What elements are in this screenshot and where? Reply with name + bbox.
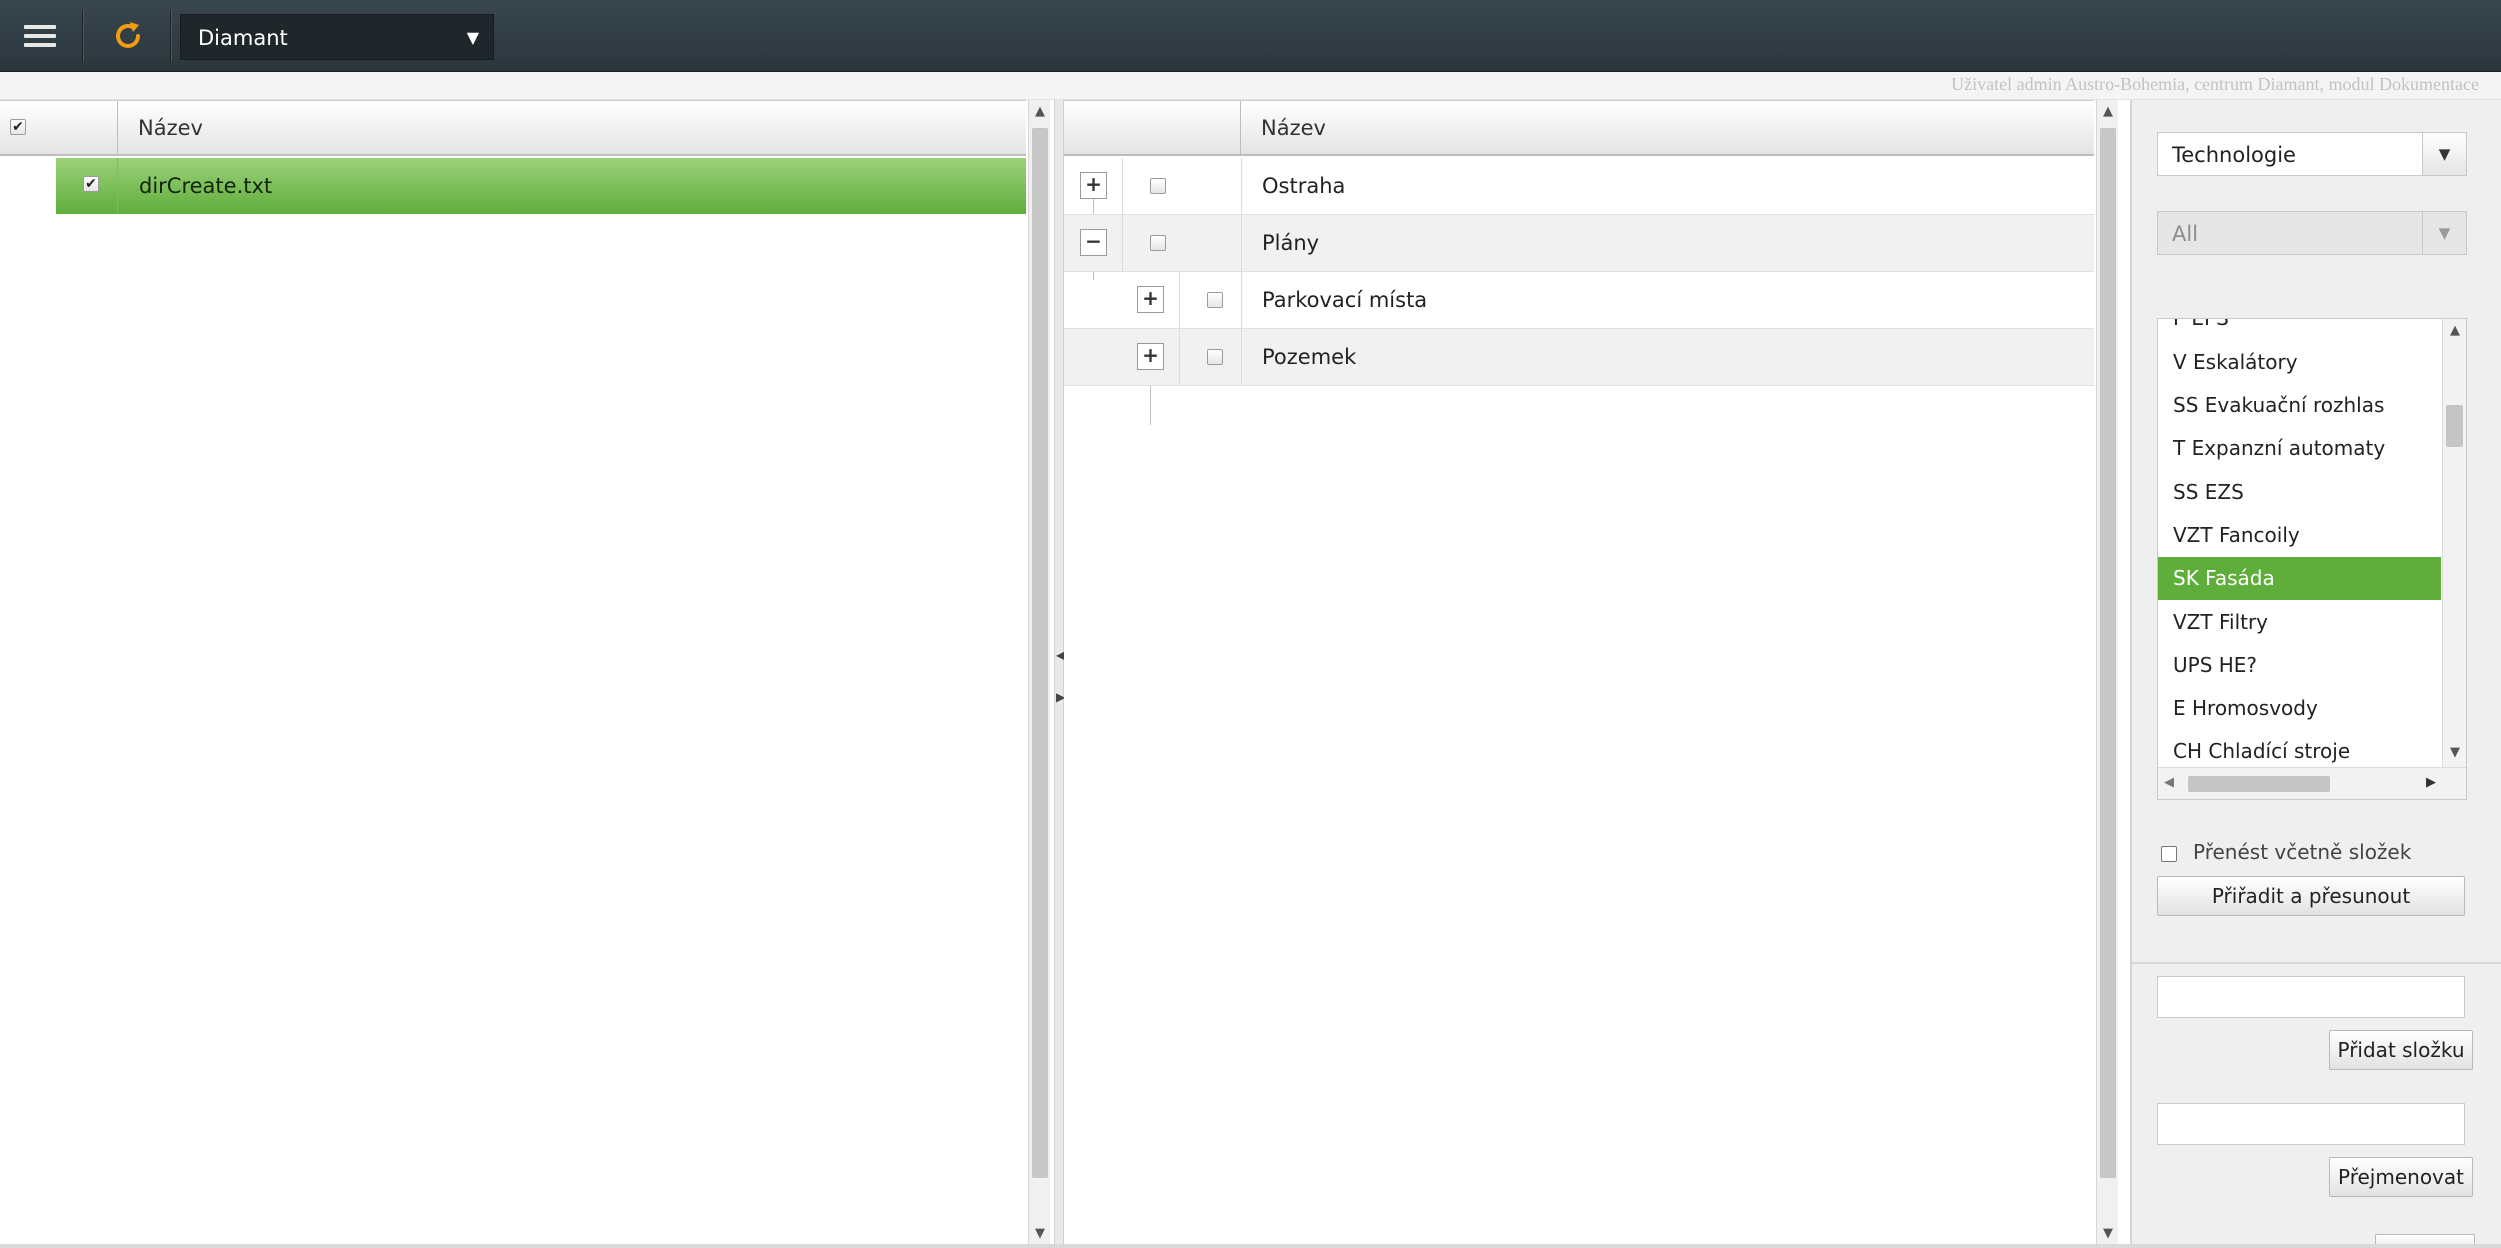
include-folders-checkbox[interactable]	[2161, 846, 2177, 862]
scroll-up-icon[interactable]: ▲	[2097, 102, 2119, 122]
refresh-icon[interactable]	[88, 0, 168, 72]
scroll-down-icon[interactable]: ▼	[2097, 1224, 2119, 1244]
center-select[interactable]: Diamant ▼	[180, 14, 494, 60]
table-row[interactable]: ✔ dirCreate.txt	[56, 158, 1026, 214]
list-item[interactable]: VZT Filtry	[2158, 601, 2441, 644]
files-select-all-cell: ✔	[0, 101, 118, 155]
scroll-thumb[interactable]	[2188, 776, 2330, 792]
scroll-thumb[interactable]	[1032, 128, 1048, 1178]
row-checkbox[interactable]	[1207, 349, 1223, 365]
add-folder-button[interactable]: Přidat složku	[2329, 1030, 2473, 1070]
tree-row-ostraha[interactable]: + Ostraha	[1064, 158, 2094, 215]
scroll-up-icon[interactable]: ▲	[1029, 102, 1051, 122]
include-folders-label: Přenést včetně složek	[2193, 840, 2412, 864]
user-info-text: Uživatel admin Austro-Bohemia, centrum D…	[1951, 74, 2479, 94]
category-select[interactable]: Technologie ▼	[2157, 132, 2467, 176]
expand-right-icon[interactable]: ▶	[1056, 690, 1065, 704]
scroll-thumb[interactable]	[2100, 128, 2116, 1178]
tree-cell-divider	[1241, 215, 1242, 272]
list-item[interactable]: VZT Fancoily	[2158, 514, 2441, 557]
folders-vertical-scrollbar[interactable]: ▲ ▼	[2096, 100, 2118, 1248]
list-item[interactable]: SS EZS	[2158, 471, 2441, 514]
listbox-horizontal-scrollbar[interactable]: ◀ ▶	[2158, 767, 2466, 799]
panel-divider	[2132, 962, 2501, 964]
list-item-active[interactable]: SK Fasáda	[2158, 557, 2441, 600]
chevron-down-icon[interactable]: ▼	[2422, 133, 2466, 175]
folders-grid-header: Název	[1064, 100, 2094, 156]
bottom-border	[0, 1244, 2501, 1248]
assign-move-button[interactable]: Přiřadit a přesunout	[2157, 876, 2465, 916]
new-folder-input[interactable]	[2157, 976, 2465, 1018]
folders-tree-column-header	[1064, 101, 1241, 155]
row-check-cell	[56, 158, 118, 214]
row-checkbox[interactable]	[1207, 292, 1223, 308]
category-select-value: Technologie	[2172, 143, 2296, 167]
scroll-right-icon[interactable]: ▶	[2426, 775, 2436, 790]
status-strip: Uživatel admin Austro-Bohemia, centrum D…	[0, 72, 2501, 100]
filter-select: All ▼	[2157, 211, 2467, 255]
rename-input[interactable]	[2157, 1103, 2465, 1145]
files-vertical-scrollbar[interactable]: ▲ ▼	[1028, 100, 1050, 1248]
toolbar-separator	[82, 10, 84, 62]
files-grid-header: ✔ Název	[0, 100, 1026, 156]
file-name: dirCreate.txt	[139, 174, 273, 198]
list-item[interactable]: T Expanzní automaty	[2158, 427, 2441, 470]
tree-cell-divider	[1179, 272, 1180, 329]
tree-cell-divider	[1122, 158, 1123, 215]
list-item[interactable]: P EPS	[2158, 319, 2441, 340]
collapse-left-icon[interactable]: ◀	[1056, 648, 1065, 662]
scroll-thumb[interactable]	[2446, 405, 2463, 447]
folder-name: Plány	[1262, 231, 1320, 255]
folder-name: Parkovací místa	[1262, 288, 1428, 312]
scroll-down-icon[interactable]: ▼	[2443, 743, 2466, 763]
top-toolbar: Diamant ▼	[0, 0, 2501, 72]
tree-cell-divider	[1179, 329, 1180, 386]
filter-select-value: All	[2172, 222, 2199, 246]
chevron-down-icon: ▼	[2422, 212, 2466, 254]
expand-icon[interactable]: +	[1137, 286, 1164, 313]
center-select-value: Diamant	[198, 26, 288, 50]
rename-button[interactable]: Přejmenovat	[2329, 1157, 2473, 1197]
tree-cell-divider	[1241, 158, 1242, 215]
tree-row-parkovaci-mista[interactable]: + Parkovací místa	[1064, 272, 2094, 329]
listbox-vertical-scrollbar[interactable]: ▲ ▼	[2442, 319, 2466, 767]
tree-cell-divider	[1241, 329, 1242, 386]
toolbar-separator	[170, 10, 172, 62]
scroll-down-icon[interactable]: ▼	[1029, 1224, 1051, 1244]
scroll-up-icon[interactable]: ▲	[2443, 321, 2466, 341]
expand-icon[interactable]: +	[1137, 343, 1164, 370]
tree-cell-divider	[1122, 215, 1123, 272]
collapse-icon[interactable]: −	[1080, 229, 1107, 256]
tree-row-pozemek[interactable]: + Pozemek	[1064, 329, 2094, 386]
row-checkbox[interactable]	[1150, 178, 1166, 194]
files-name-column-header[interactable]: Název	[118, 101, 1026, 155]
folders-name-column-header[interactable]: Název	[1241, 101, 2094, 155]
tree-cell-divider	[1241, 272, 1242, 329]
list-item[interactable]: UPS HE?	[2158, 644, 2441, 687]
folder-name: Ostraha	[1262, 174, 1346, 198]
folder-name: Pozemek	[1262, 345, 1357, 369]
list-item[interactable]: V Eskalátory	[2158, 341, 2441, 384]
select-all-checkbox[interactable]: ✔	[10, 119, 26, 135]
list-item[interactable]: SS Evakuační rozhlas	[2158, 384, 2441, 427]
files-grid: ✔ Název ✔ dirCreate.txt ▲ ▼	[0, 100, 1054, 1248]
right-panel: Technologie ▼ All ▼ P EPS V Eskalátory S…	[2130, 100, 2501, 1248]
technology-listbox[interactable]: P EPS V Eskalátory SS Evakuační rozhlas …	[2157, 318, 2467, 800]
panel-splitter[interactable]: ◀ ▶	[1054, 100, 1065, 1248]
hamburger-menu-icon[interactable]	[0, 0, 80, 72]
tree-row-plany[interactable]: − Plány	[1064, 215, 2094, 272]
row-checkbox[interactable]	[1150, 235, 1166, 251]
scroll-left-icon[interactable]: ◀	[2164, 775, 2174, 790]
app-window: Diamant ▼ Uživatel admin Austro-Bohemia,…	[0, 0, 2501, 1248]
list-item[interactable]: E Hromosvody	[2158, 687, 2441, 730]
chevron-down-icon: ▼	[466, 28, 479, 47]
expand-icon[interactable]: +	[1080, 172, 1107, 199]
folders-grid: Název + Ostraha − Plány + Parkovací míst…	[1064, 100, 2130, 1248]
